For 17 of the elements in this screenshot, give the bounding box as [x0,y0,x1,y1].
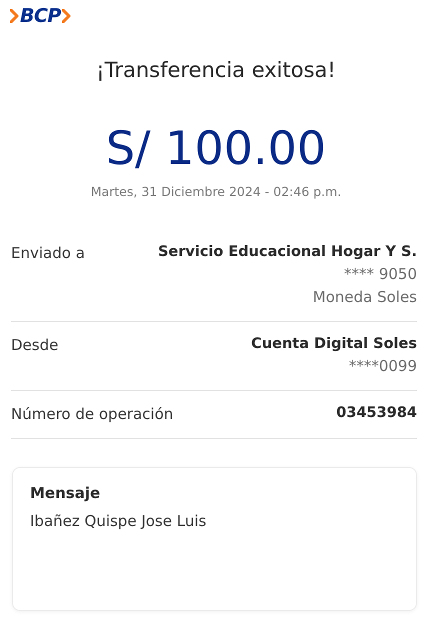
transfer-date: Martes, 31 Diciembre 2024 - 02:46 p.m. [90,184,342,199]
chevron-icon [62,9,71,23]
chevron-icon [10,9,19,23]
message-title: Mensaje [30,484,102,502]
detail-subvalue: ****0099 [348,357,417,375]
message-text: Ibañez Quispe Jose Luis [30,512,208,530]
detail-value: Cuenta Digital Soles [251,336,417,352]
detail-subvalue: Moneda Soles [312,288,417,306]
detail-label: Enviado a [11,244,85,264]
detail-label: Desde [11,336,58,356]
page-title: ¡Transferencia exitosa! [95,58,337,82]
detail-value: 03453984 [336,405,417,421]
detail-value: Servicio Educacional Hogar Y S. [158,244,417,260]
detail-subvalue: **** 9050 [344,265,417,283]
logo-text: BCP [20,5,61,27]
amount: S/ 100.00 [104,120,328,177]
detail-label: Número de operación [11,405,174,423]
